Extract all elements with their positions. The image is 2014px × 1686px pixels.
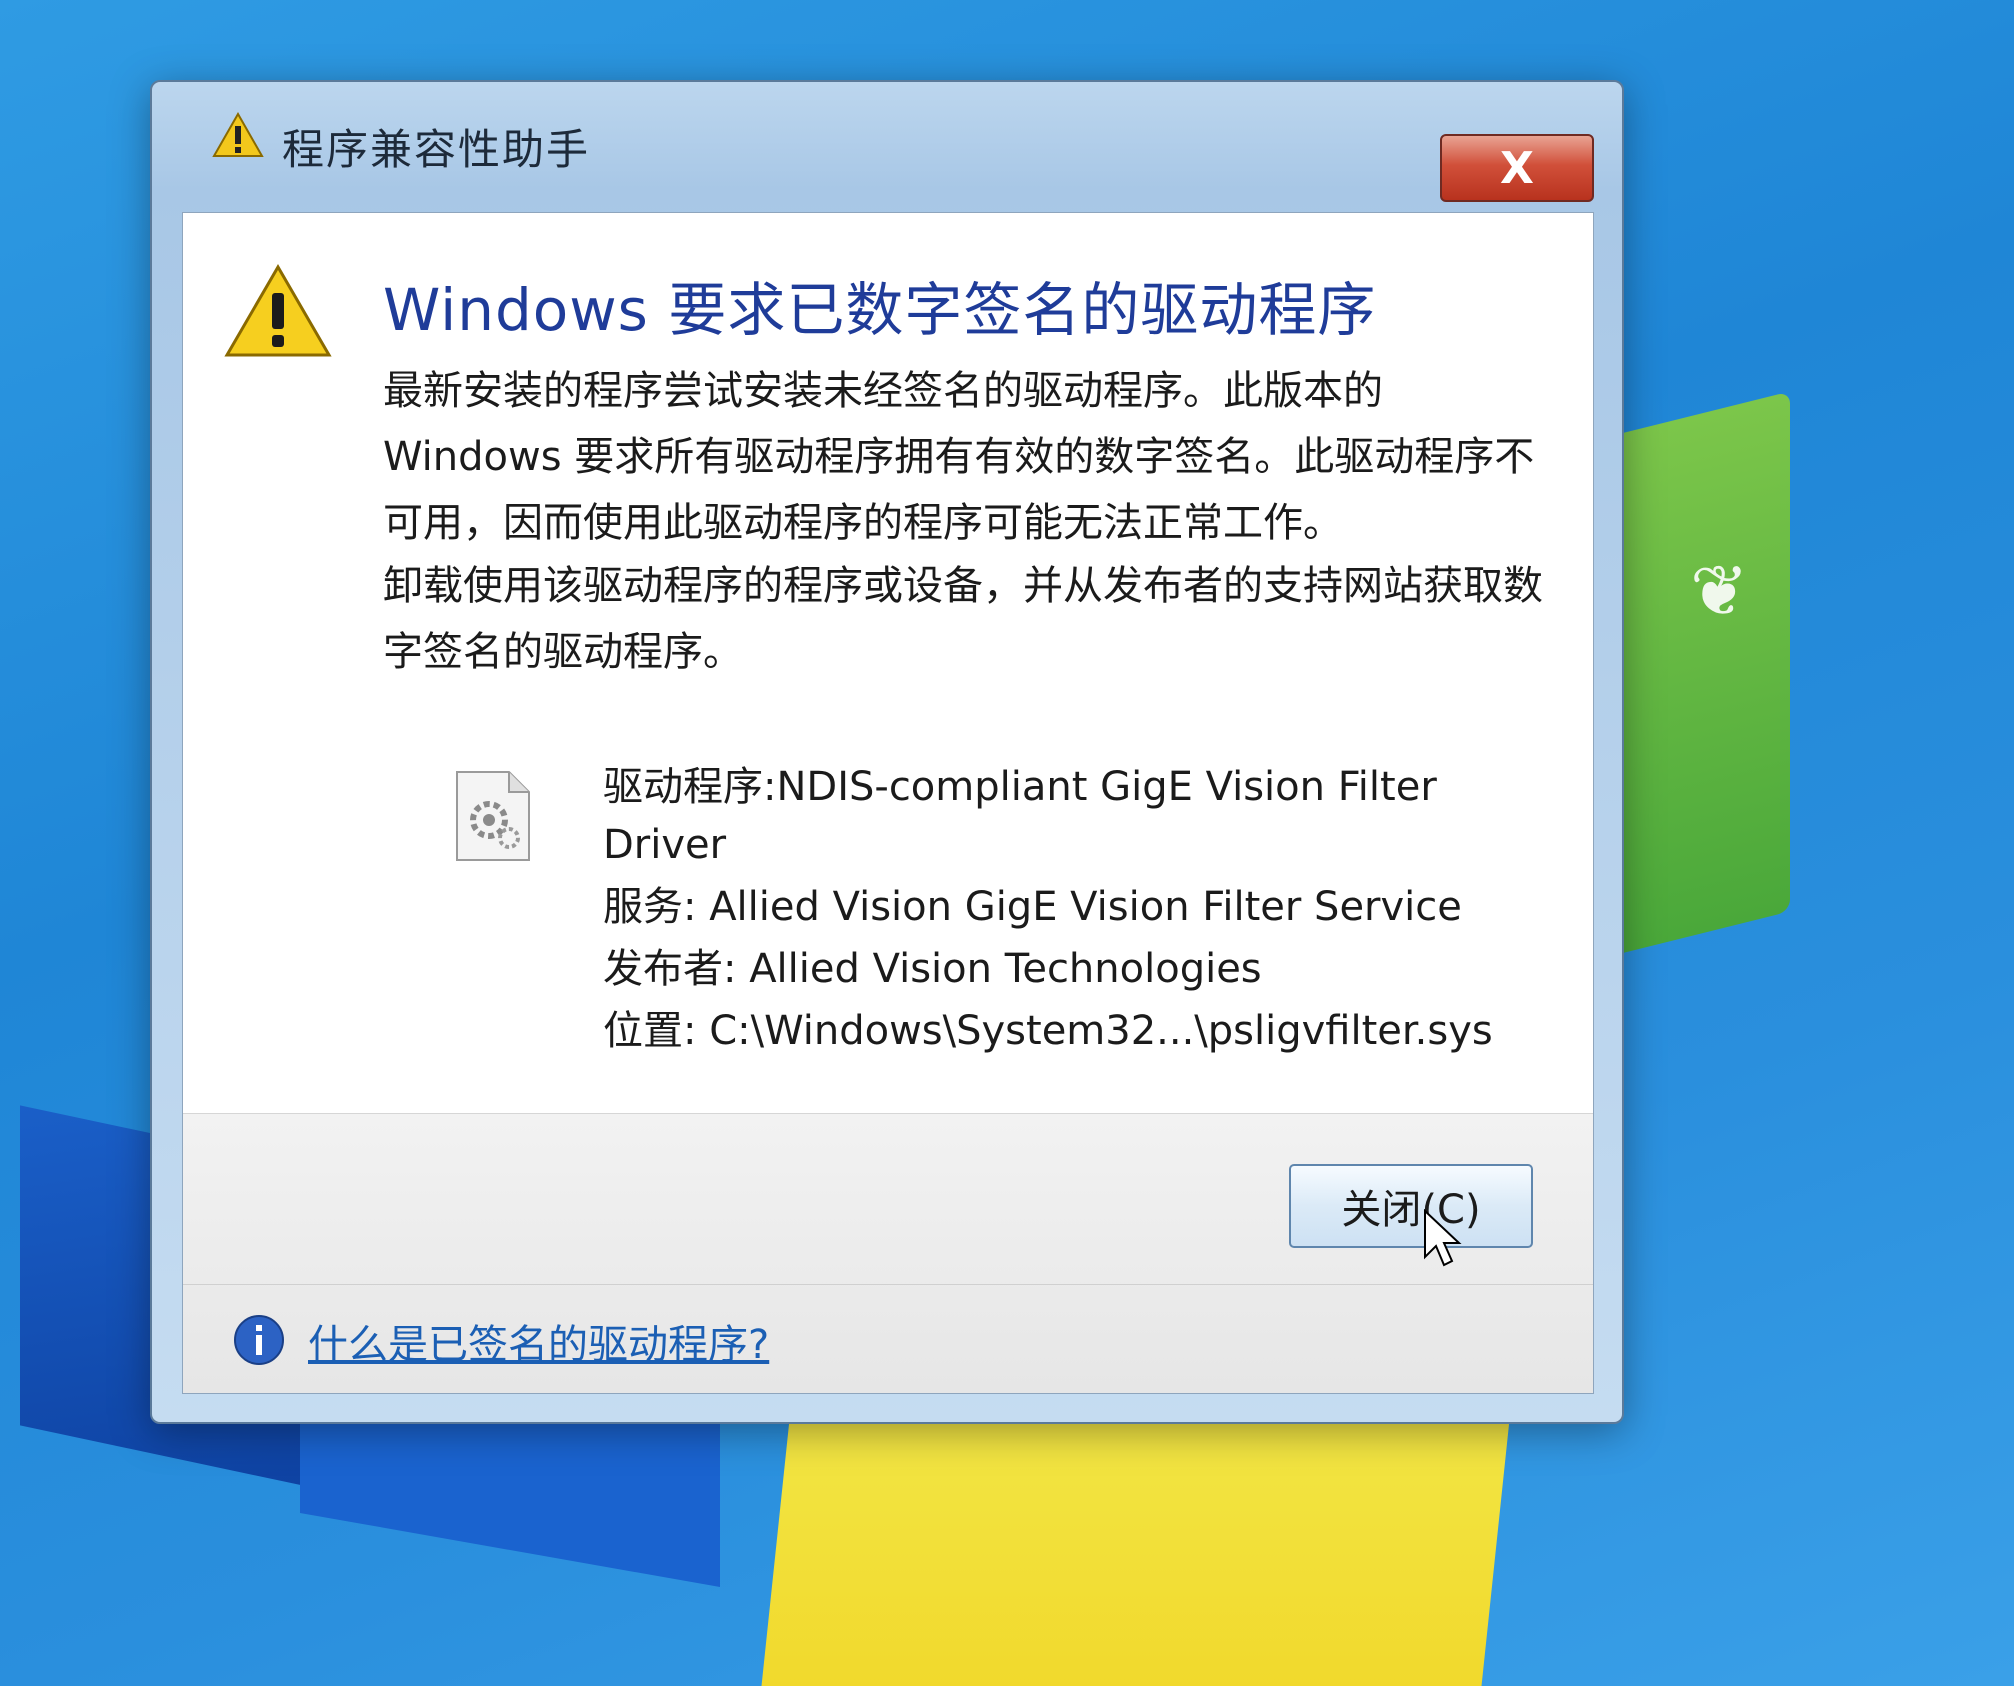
explanation-text: 最新安装的程序尝试安装未经签名的驱动程序。此版本的 Windows 要求所有驱动… (383, 368, 1535, 546)
instruction-text: 卸载使用该驱动程序的程序或设备，并从发布者的支持网站获取数字签名的驱动程序。 (383, 563, 1543, 675)
mouse-cursor-icon (1424, 1209, 1462, 1267)
signed-driver-help-link[interactable]: 什么是已签名的驱动程序? (308, 1312, 769, 1370)
driver-location: 位置: C:\Windows\System32...\psligvfilter.… (603, 1008, 1493, 1054)
driver-name: 驱动程序:NDIS-compliant GigE Vision Filter D… (603, 764, 1437, 868)
dialog-footer: 关闭(C) 什么是已签名的驱动程序? (183, 1113, 1593, 1393)
footer-divider (183, 1284, 1593, 1285)
window-title: 程序兼容性助手 (282, 125, 591, 174)
info-icon (234, 1315, 284, 1365)
compatibility-assistant-window: 程序兼容性助手 X Windows 要求已数字签名的驱动程序 最新安装的程序尝试… (150, 80, 1624, 1424)
title-bar[interactable]: 程序兼容性助手 X (152, 82, 1622, 202)
driver-publisher: 发布者: Allied Vision Technologies (603, 946, 1262, 992)
close-button[interactable]: 关闭(C) (1289, 1164, 1533, 1248)
desktop-background: ❦ 程序兼容性助手 X Windows 要求已数字签名的驱动程序 最新安装的程序… (0, 0, 2014, 1686)
warning-icon (212, 112, 264, 157)
dialog-content: Windows 要求已数字签名的驱动程序 最新安装的程序尝试安装未经签名的驱动程… (182, 212, 1594, 1394)
driver-service: 服务: Allied Vision GigE Vision Filter Ser… (603, 884, 1462, 930)
dialog-headline: Windows 要求已数字签名的驱动程序 (383, 276, 1377, 344)
warning-icon (224, 264, 332, 357)
window-close-button[interactable]: X (1440, 134, 1594, 202)
butterfly-icon: ❦ (1690, 550, 1749, 632)
driver-file-icon (456, 771, 530, 861)
